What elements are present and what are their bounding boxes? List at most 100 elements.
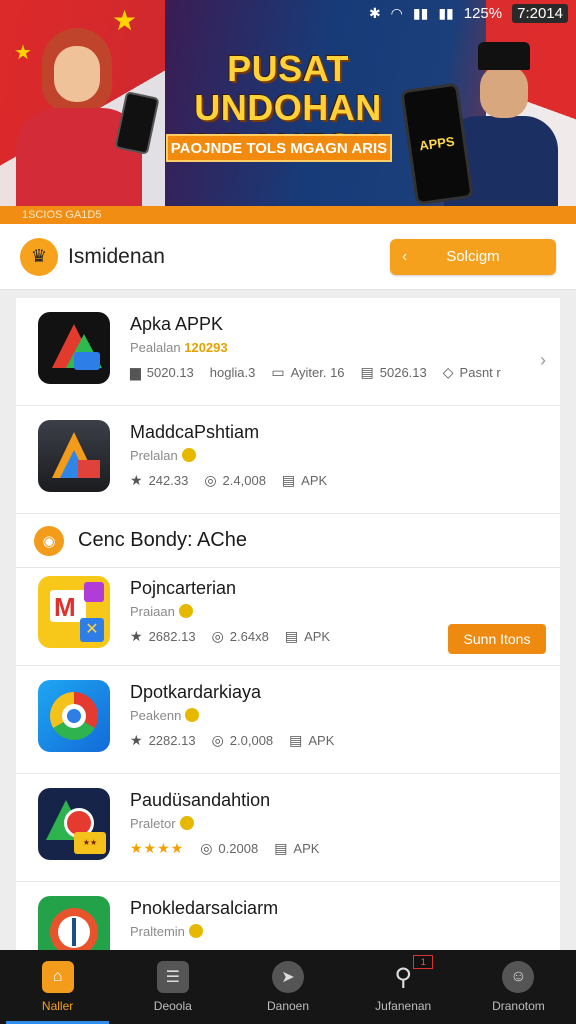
- app-icon: [38, 420, 110, 492]
- folder-icon: ▆: [130, 364, 141, 380]
- star-icon: ★: [130, 732, 143, 748]
- nav-item-profile[interactable]: ☺ Dranotom: [461, 950, 576, 1024]
- app-sub-label: Praiaan: [130, 604, 175, 619]
- nav-item-play[interactable]: ➤ Danoen: [230, 950, 345, 1024]
- tag-icon: ◇: [442, 364, 454, 380]
- app-sub-label: Peakenn: [130, 708, 182, 723]
- nav-item-home[interactable]: ⌂ Naller: [0, 950, 115, 1024]
- app-icon: [38, 312, 110, 384]
- search-icon: ⚲ 1: [387, 955, 434, 993]
- star-icon: ★: [130, 628, 143, 644]
- app-name: Apka APPK: [130, 314, 224, 334]
- list-icon: ☰: [156, 961, 189, 993]
- meta-value: 5020.13: [146, 365, 194, 380]
- app-sub-label: Pealalan: [130, 340, 181, 355]
- app-name: Pojncarterian: [130, 578, 237, 598]
- meta-value: Ayiter. 16: [290, 365, 345, 380]
- meta-value: APK: [304, 629, 331, 644]
- app-name: Pnokledarsalciarm: [130, 898, 279, 918]
- app-name: Dpotkardarkiaya: [130, 682, 262, 702]
- list-item[interactable]: MaddcaPshtiam Prelalan ★ 242.33 ◎ 2.4,008 …: [16, 406, 560, 514]
- clock: 7:2014: [512, 3, 568, 23]
- meta-value: 242.33: [148, 473, 189, 488]
- section-header: ♛ Ismidenan ‹ Solcigm: [0, 224, 576, 290]
- app-subtitle: Praltemin: [130, 924, 203, 939]
- file-icon: ▤: [289, 732, 303, 748]
- app-sub-label: Praletor: [130, 816, 176, 831]
- app-meta: ★ 242.33 ◎ 2.4,008 ▤ APK: [130, 472, 327, 489]
- file-icon: ▤: [281, 472, 296, 488]
- nav-label: Danoen: [266, 999, 310, 1013]
- app-icon: M ✕: [38, 576, 110, 648]
- meta-value: 2682.13: [148, 629, 196, 644]
- download-icon: ◎: [211, 732, 224, 748]
- signal-icon-2: ▮▮: [438, 4, 454, 21]
- chevron-left-icon: ‹: [402, 247, 408, 265]
- meta-value: 2.4,008: [222, 473, 266, 488]
- meta-value: 2.64x8: [229, 629, 269, 644]
- download-icon: ◎: [211, 628, 224, 644]
- nav-item-list[interactable]: ☰ Deoola: [115, 950, 230, 1024]
- file-icon: ▤: [274, 840, 288, 856]
- app-sub-label: Prelalan: [130, 448, 178, 463]
- home-icon: ⌂: [41, 961, 74, 993]
- app-icon: ★★: [38, 788, 110, 860]
- coin-icon: [178, 604, 193, 618]
- header-title: Ismidenan: [68, 244, 165, 268]
- play-icon: ➤: [272, 961, 304, 993]
- list-item[interactable]: Dpotkardarkiaya Peakenn ★ 2282.13 ◎ 2.0,00…: [16, 666, 560, 774]
- meta-value: hoglia.3: [209, 365, 256, 380]
- meta-value: APK: [301, 473, 328, 488]
- chevron-right-icon[interactable]: ›: [540, 350, 546, 371]
- list-item[interactable]: M ✕ Pojncarterian Praiaan ★ 2682.13 ◎ 2.64…: [16, 568, 560, 666]
- banner-strip: 1SCIOS GA1D5: [0, 206, 576, 224]
- app-subtitle: Praiaan: [130, 604, 193, 619]
- file-icon: ▤: [284, 628, 299, 644]
- nav-label: Deoola: [153, 999, 192, 1013]
- app-icon: [38, 896, 110, 952]
- signal-icon: ▮▮: [412, 4, 429, 21]
- header-action-label: Solcigm: [446, 248, 500, 265]
- app-meta: ★ 2682.13 ◎ 2.64x8 ▤ APK: [130, 628, 330, 645]
- section-icon: ◉: [34, 525, 64, 556]
- meta-value: APK: [308, 733, 335, 748]
- section-title: Cenc Bondy: AChe: [78, 529, 247, 551]
- rating-stars: ★★★★: [130, 840, 185, 856]
- wifi-icon: ◠: [390, 4, 403, 21]
- promo-banner[interactable]: ★ ★ APPS PUSAT UNDOHAN INDANESIA PAOJNDE…: [0, 0, 576, 206]
- star-icon: ★: [130, 472, 143, 488]
- app-sub-label: Praltemin: [130, 924, 185, 939]
- app-meta: ★ 2282.13 ◎ 2.0,008 ▤ APK: [130, 732, 334, 749]
- meta-value: 5026.13: [379, 365, 427, 380]
- download-icon: ◎: [204, 472, 217, 488]
- app-subtitle: Prelalan: [130, 448, 196, 463]
- app-list: Apka APPK Pealalan 120293 ▆ 5020.13 hogli…: [16, 298, 560, 952]
- nav-label: Jufanenan: [375, 999, 432, 1013]
- app-icon: [38, 680, 110, 752]
- app-meta: ▆ 5020.13 hoglia.3 ▭ Ayiter. 16 ▤ 5026.13 ◇…: [130, 364, 501, 381]
- app-sub-value: 120293: [184, 340, 228, 355]
- coin-icon: [185, 708, 200, 722]
- nav-label: Naller: [41, 999, 74, 1013]
- app-name: MaddcaPshtiam: [130, 422, 260, 442]
- bluetooth-icon: ✱: [368, 4, 381, 21]
- profile-icon: ☺: [502, 961, 535, 993]
- list-item[interactable]: ★★ Paudüsandahtion Praletor ★★★★ ◎ 0.2008…: [16, 774, 560, 882]
- file-icon: ▤: [360, 364, 374, 380]
- app-subtitle: Pealalan 120293: [130, 340, 228, 355]
- coin-icon: [188, 924, 203, 938]
- nav-label: Dranotom: [492, 999, 545, 1013]
- notification-badge: 1: [413, 955, 434, 969]
- battery-percent: 125%: [463, 4, 503, 22]
- nav-item-search[interactable]: ⚲ 1 Jufanenan: [346, 950, 461, 1024]
- app-logo-icon: ♛: [20, 237, 58, 276]
- list-item[interactable]: Apka APPK Pealalan 120293 ▆ 5020.13 hogli…: [16, 298, 560, 406]
- meta-value: APK: [293, 841, 320, 856]
- meta-value: 2.0,008: [229, 733, 274, 748]
- woman-illustration: [14, 24, 160, 206]
- header-action-button[interactable]: ‹ Solcigm: [390, 238, 556, 275]
- section-heading: ◉ Cenc Bondy: AChe: [16, 514, 560, 568]
- install-button[interactable]: Sunn Itons: [448, 624, 546, 654]
- bottom-nav: ⌂ Naller ☰ Deoola ➤ Danoen ⚲ 1 Jufanenan…: [0, 950, 576, 1024]
- list-item[interactable]: Pnokledarsalciarm Praltemin: [16, 882, 560, 952]
